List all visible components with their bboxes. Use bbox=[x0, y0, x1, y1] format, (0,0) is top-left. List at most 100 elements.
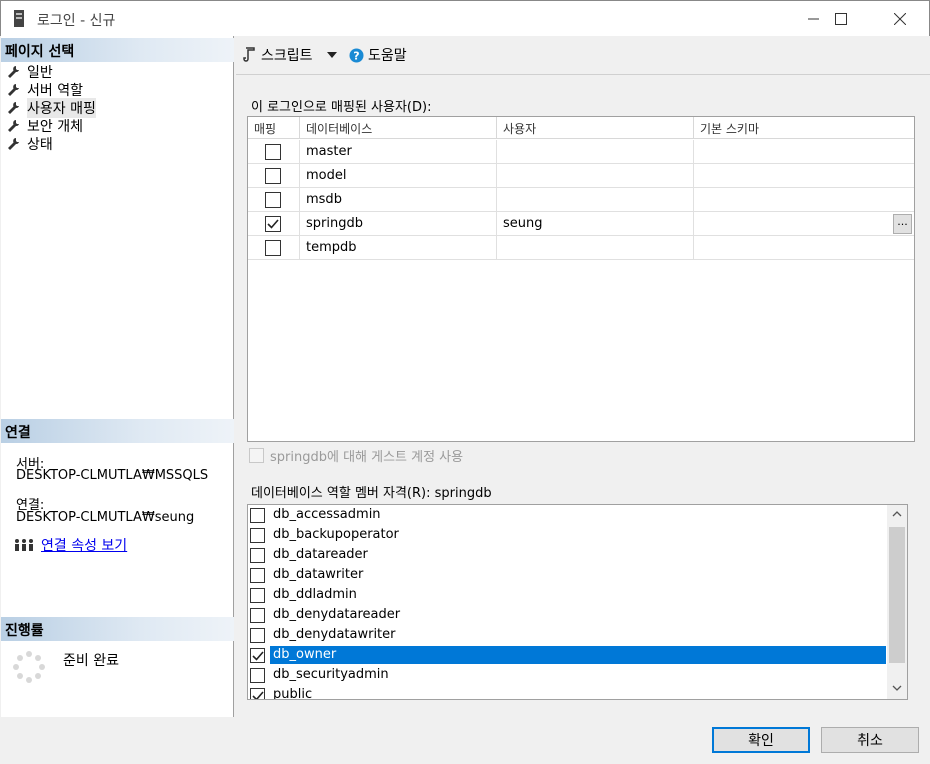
scroll-up-icon[interactable] bbox=[892, 511, 902, 517]
user-mapping-grid[interactable]: 매핑 데이터베이스 사용자 기본 스키마 master model msdb s… bbox=[247, 116, 915, 442]
role-label: public bbox=[273, 687, 313, 700]
list-item[interactable]: db_backupoperator bbox=[249, 525, 886, 545]
close-button[interactable] bbox=[877, 1, 923, 37]
vertical-scrollbar[interactable] bbox=[887, 505, 907, 699]
schema-cell[interactable] bbox=[694, 236, 914, 260]
role-checkbox[interactable] bbox=[250, 527, 265, 543]
column-header-map[interactable]: 매핑 bbox=[248, 117, 300, 139]
role-label: db_ddladmin bbox=[273, 587, 357, 602]
database-cell[interactable]: msdb bbox=[300, 188, 497, 212]
map-cell[interactable] bbox=[248, 236, 300, 260]
list-item[interactable]: db_owner bbox=[249, 645, 886, 665]
role-membership-list[interactable]: db_accessadmin db_backupoperator db_data… bbox=[247, 504, 908, 700]
list-item[interactable]: public bbox=[249, 685, 886, 700]
guest-account-checkbox[interactable] bbox=[249, 448, 264, 463]
database-cell[interactable]: master bbox=[300, 140, 497, 164]
role-checkbox[interactable] bbox=[250, 687, 265, 699]
wrench-icon bbox=[8, 84, 19, 96]
nav-item-user-mapping[interactable]: 사용자 매핑 bbox=[7, 98, 96, 118]
script-button[interactable]: 스크립트 bbox=[243, 45, 337, 65]
role-label: db_accessadmin bbox=[273, 507, 381, 522]
scroll-down-icon[interactable] bbox=[892, 685, 902, 691]
user-cell[interactable] bbox=[497, 188, 694, 212]
role-checkbox[interactable] bbox=[250, 507, 265, 523]
nav-item-general[interactable]: 일반 bbox=[7, 63, 53, 81]
maximize-button[interactable] bbox=[818, 1, 864, 37]
nav-item-status[interactable]: 상태 bbox=[7, 135, 53, 153]
map-checkbox[interactable] bbox=[265, 216, 281, 232]
user-cell[interactable] bbox=[497, 164, 694, 188]
table-row[interactable]: master bbox=[248, 140, 914, 164]
role-checkbox[interactable] bbox=[250, 547, 265, 563]
script-label: 스크립트 bbox=[261, 48, 313, 64]
connection-value: DESKTOP-CLMUTLA₩seung bbox=[16, 510, 195, 525]
table-row[interactable]: tempdb bbox=[248, 236, 914, 260]
list-item[interactable]: db_accessadmin bbox=[249, 505, 886, 525]
window-title: 로그인 - 신규 bbox=[37, 13, 116, 29]
close-icon bbox=[894, 13, 906, 25]
map-checkbox[interactable] bbox=[265, 192, 281, 208]
connection-header: 연결 bbox=[1, 419, 234, 443]
map-cell[interactable] bbox=[248, 140, 300, 164]
database-cell[interactable]: model bbox=[300, 164, 497, 188]
role-checkbox[interactable] bbox=[250, 567, 265, 583]
map-cell[interactable] bbox=[248, 188, 300, 212]
table-row[interactable]: model bbox=[248, 164, 914, 188]
scrollbar-thumb[interactable] bbox=[889, 527, 905, 663]
list-item[interactable]: db_ddladmin bbox=[249, 585, 886, 605]
schema-cell[interactable] bbox=[694, 164, 914, 188]
role-checkbox[interactable] bbox=[250, 667, 265, 683]
column-header-default-schema[interactable]: 기본 스키마 bbox=[694, 117, 914, 139]
list-item[interactable]: db_datawriter bbox=[249, 565, 886, 585]
column-header-database[interactable]: 데이터베이스 bbox=[300, 117, 497, 139]
role-checkbox[interactable] bbox=[250, 627, 265, 643]
user-cell[interactable] bbox=[497, 140, 694, 164]
role-label: db_owner bbox=[270, 646, 886, 664]
database-cell[interactable]: tempdb bbox=[300, 236, 497, 260]
cancel-button[interactable]: 취소 bbox=[821, 727, 919, 753]
list-item[interactable]: db_denydatawriter bbox=[249, 625, 886, 645]
list-item[interactable]: db_datareader bbox=[249, 545, 886, 565]
svg-text:?: ? bbox=[353, 49, 359, 62]
check-icon bbox=[267, 219, 279, 229]
title-bar[interactable]: 로그인 - 신규 bbox=[0, 0, 930, 36]
table-row[interactable]: springdb seung ... bbox=[248, 212, 914, 236]
ok-button[interactable]: 확인 bbox=[712, 727, 810, 753]
user-cell[interactable]: seung bbox=[497, 212, 694, 236]
schema-cell[interactable] bbox=[694, 140, 914, 164]
toolbar: 스크립트 ? 도움말 bbox=[236, 36, 930, 74]
schema-cell[interactable]: ... bbox=[694, 212, 914, 236]
wrench-icon bbox=[8, 120, 19, 132]
schema-cell[interactable] bbox=[694, 188, 914, 212]
progress-status: 준비 완료 bbox=[63, 653, 119, 669]
view-connection-properties[interactable]: 연결 속성 보기 bbox=[13, 535, 127, 555]
nav-item-server-roles[interactable]: 서버 역할 bbox=[7, 81, 83, 99]
map-cell[interactable] bbox=[248, 212, 300, 236]
role-checkbox[interactable] bbox=[250, 607, 265, 623]
map-checkbox[interactable] bbox=[265, 168, 281, 184]
map-checkbox[interactable] bbox=[265, 240, 281, 256]
view-properties-link[interactable]: 연결 속성 보기 bbox=[41, 535, 127, 555]
database-cell[interactable]: springdb bbox=[300, 212, 497, 236]
roles-section-label: 데이터베이스 역할 멤버 자격(R): springdb bbox=[251, 486, 492, 501]
list-item[interactable]: db_denydatareader bbox=[249, 605, 886, 625]
help-button[interactable]: ? 도움말 bbox=[349, 45, 407, 65]
role-checkbox[interactable] bbox=[250, 647, 265, 663]
table-row[interactable]: msdb bbox=[248, 188, 914, 212]
nav-item-label: 서버 역할 bbox=[27, 83, 83, 99]
wrench-icon bbox=[8, 138, 19, 150]
role-label: db_backupoperator bbox=[273, 527, 399, 542]
map-checkbox[interactable] bbox=[265, 144, 281, 160]
column-header-user[interactable]: 사용자 bbox=[497, 117, 694, 139]
role-checkbox[interactable] bbox=[250, 587, 265, 603]
map-cell[interactable] bbox=[248, 164, 300, 188]
schema-browse-button[interactable]: ... bbox=[893, 214, 912, 234]
nav-item-securables[interactable]: 보안 개체 bbox=[7, 117, 83, 135]
user-cell[interactable] bbox=[497, 236, 694, 260]
progress-header: 진행률 bbox=[1, 617, 234, 641]
guest-account-option[interactable]: springdb에 대해 게스트 계정 사용 bbox=[249, 446, 463, 465]
nav-item-label: 보안 개체 bbox=[27, 119, 83, 135]
nav-item-label: 사용자 매핑 bbox=[27, 98, 96, 118]
list-item[interactable]: db_securityadmin bbox=[249, 665, 886, 685]
wrench-icon bbox=[8, 102, 19, 114]
